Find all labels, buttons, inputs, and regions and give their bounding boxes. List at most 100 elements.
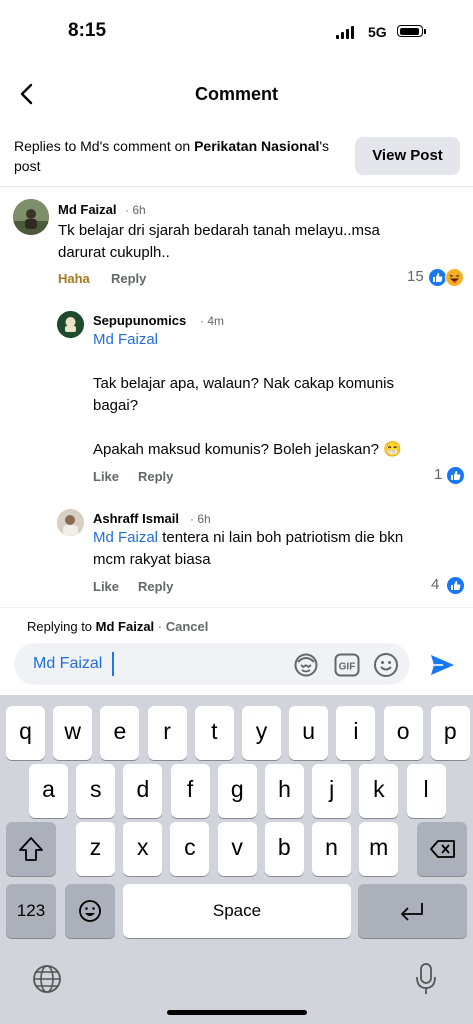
comment-line: darurat cukuplh..: [58, 244, 170, 261]
banner-text: Replies to Md's comment on Perikatan Nas…: [14, 136, 334, 176]
key-m[interactable]: m: [359, 822, 399, 876]
comment-text: Md Faizal tentera ni lain boh patriotism…: [93, 527, 403, 571]
key-n[interactable]: n: [312, 822, 351, 876]
key-r[interactable]: r: [147, 706, 187, 760]
text-caret: [112, 652, 114, 676]
banner-page-name[interactable]: Perikatan Nasional: [194, 138, 319, 154]
comment-time: · 6h: [125, 203, 146, 217]
reaction-count[interactable]: 15: [407, 268, 424, 285]
reply-button[interactable]: Reply: [138, 579, 173, 594]
page-title: Comment: [194, 84, 278, 104]
svg-text:GIF: GIF: [339, 662, 356, 673]
key-a[interactable]: a: [29, 764, 68, 818]
reply-button[interactable]: Reply: [111, 271, 146, 286]
key-f[interactable]: f: [170, 764, 210, 818]
delete-key[interactable]: [417, 822, 467, 876]
battery-icon: [397, 25, 423, 37]
return-icon: [401, 903, 423, 921]
comment-text: Tk belajar dri sjarah bedarah tanah mela…: [58, 220, 380, 264]
key-v[interactable]: v: [217, 822, 257, 876]
gif-icon[interactable]: GIF: [334, 653, 360, 677]
like-button[interactable]: Like: [93, 469, 119, 484]
reaction-count[interactable]: 4: [431, 576, 439, 593]
replying-separator: ·: [154, 619, 166, 634]
key-j[interactable]: j: [312, 764, 352, 818]
key-s[interactable]: s: [76, 764, 116, 818]
comment-author[interactable]: Ashraff Ismail: [93, 511, 179, 526]
view-post-button[interactable]: View Post: [355, 137, 460, 175]
comment-time-value: 6h: [132, 203, 146, 217]
comment-line: tentera ni lain boh patriotism die bkn: [158, 529, 404, 546]
key-p[interactable]: p: [430, 706, 470, 760]
microphone-icon[interactable]: [413, 962, 439, 996]
comment-line: Tak belajar apa, walaun? Nak cakap komun…: [93, 375, 395, 392]
key-q[interactable]: q: [6, 706, 45, 760]
comment-text: Tak belajar apa, walaun? Nak cakap komun…: [93, 373, 402, 461]
send-icon[interactable]: [428, 652, 456, 678]
comment-line: Apakah maksud komunis? Boleh jelaskan? 😁: [93, 441, 402, 458]
comment-time: · 4m: [200, 314, 225, 328]
comment-line: Tk belajar dri sjarah bedarah tanah mela…: [58, 222, 380, 239]
comment-author[interactable]: Sepupunomics: [93, 313, 186, 328]
avatar-photo-icon: [13, 199, 49, 235]
cancel-reply-button[interactable]: Cancel: [166, 619, 209, 634]
haha-reaction-button[interactable]: Haha: [58, 271, 90, 286]
replying-prefix: Replying to: [27, 619, 96, 634]
key-i[interactable]: i: [336, 706, 376, 760]
backspace-icon: [430, 840, 455, 858]
shift-icon: [19, 837, 43, 861]
replying-name: Md Faizal: [95, 619, 155, 634]
avatar-sticker-icon[interactable]: [293, 652, 319, 678]
key-b[interactable]: b: [264, 822, 304, 876]
battery-nub: [424, 29, 426, 34]
reply-button[interactable]: Reply: [138, 469, 173, 484]
avatar-photo-icon: [57, 509, 84, 536]
key-o[interactable]: o: [383, 706, 423, 760]
reaction-count[interactable]: 1: [434, 466, 442, 483]
key-h[interactable]: h: [265, 764, 304, 818]
avatar-sepupunomics[interactable]: [57, 311, 84, 338]
key-x[interactable]: x: [123, 822, 163, 876]
comment-time: · 6h: [190, 512, 211, 526]
comment-input-value[interactable]: Md Faizal: [33, 655, 102, 673]
avatar-md-faizal[interactable]: [13, 199, 49, 235]
haha-reaction-icon: [445, 268, 464, 287]
like-reaction-icon: [446, 576, 465, 595]
space-key[interactable]: Space: [123, 884, 351, 938]
return-key[interactable]: [358, 884, 467, 938]
emoji-icon[interactable]: [373, 652, 399, 678]
avatar-ashraff-ismail[interactable]: [57, 509, 84, 536]
comment-time-value: 6h: [197, 512, 211, 526]
comment-line: bagai?: [93, 397, 139, 414]
comment-mention[interactable]: Md Faizal: [93, 529, 158, 546]
key-k[interactable]: k: [359, 764, 399, 818]
numbers-key[interactable]: 123: [6, 884, 56, 938]
home-indicator: [167, 1010, 307, 1015]
comment-author[interactable]: Md Faizal: [58, 202, 117, 217]
replying-to-label: Replying to Md Faizal · Cancel: [27, 619, 208, 634]
key-t[interactable]: t: [194, 706, 234, 760]
key-c[interactable]: c: [170, 822, 210, 876]
avatar-logo-icon: [57, 311, 84, 338]
key-w[interactable]: w: [53, 706, 93, 760]
comment-mention[interactable]: Md Faizal: [93, 329, 158, 351]
comment-time-value: 4m: [207, 314, 225, 328]
key-g[interactable]: g: [217, 764, 257, 818]
globe-icon[interactable]: [31, 963, 63, 995]
signal-icon: [336, 26, 356, 39]
comment-line: mcm rakyat biasa: [93, 551, 211, 568]
like-reaction-icon: [446, 466, 465, 485]
emoji-keyboard-key[interactable]: [65, 884, 115, 938]
key-e[interactable]: e: [100, 706, 140, 760]
banner-prefix: Replies to Md's comment on: [14, 138, 195, 154]
emoji-icon: [79, 900, 101, 922]
key-y[interactable]: y: [242, 706, 281, 760]
key-d[interactable]: d: [123, 764, 163, 818]
status-time: 8:15: [68, 20, 107, 41]
shift-key[interactable]: [6, 822, 56, 876]
key-z[interactable]: z: [76, 822, 115, 876]
network-type: 5G: [368, 24, 387, 40]
key-u[interactable]: u: [289, 706, 329, 760]
key-l[interactable]: l: [406, 764, 446, 818]
like-button[interactable]: Like: [93, 579, 119, 594]
